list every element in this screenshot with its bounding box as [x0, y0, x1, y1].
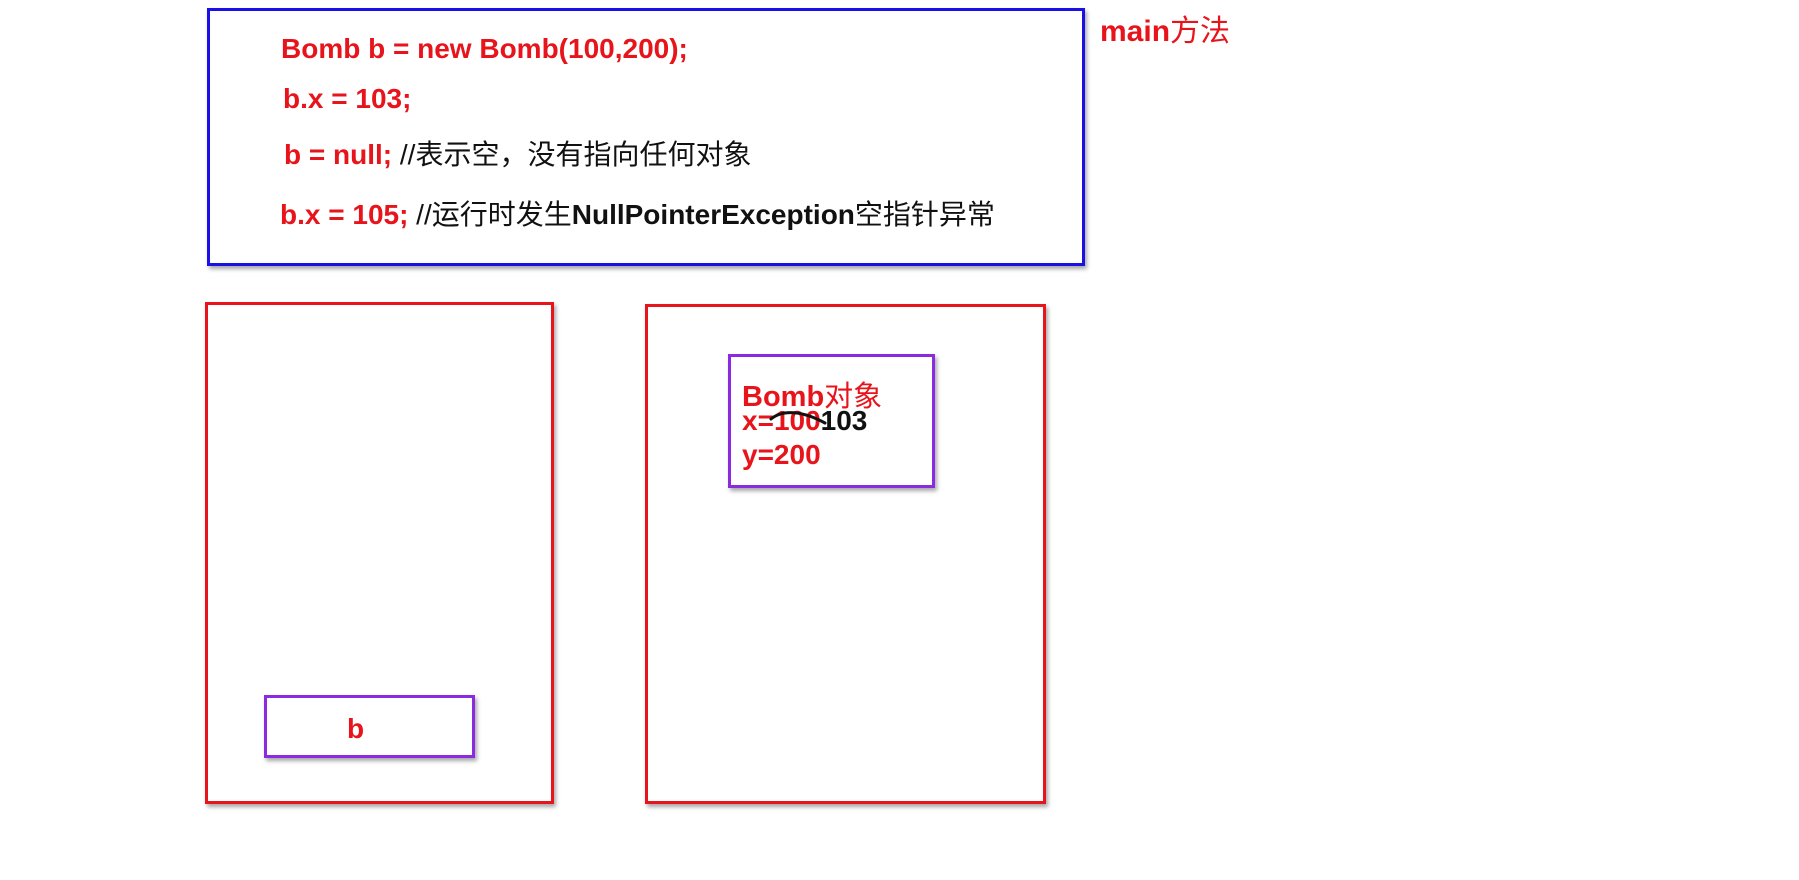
code-text: b.x = 103; [283, 83, 412, 114]
code-line-null-pointer: b.x = 105; //运行时发生NullPointerException空指… [280, 193, 995, 233]
main-method-label: main方法 [1100, 6, 1230, 50]
code-line-assign-null: b = null; //表示空，没有指向任何对象 [284, 133, 751, 173]
strike-through-mark [769, 411, 827, 425]
variable-b-box: b [264, 695, 475, 758]
bomb-object-box: Bomb对象 x=100103 y=200 [728, 354, 935, 488]
variable-b-label: b [347, 713, 365, 744]
code-text: b = null; [284, 139, 393, 170]
code-text: b.x = 105; [280, 199, 409, 230]
exception-name: NullPointerException [571, 199, 855, 230]
field-y: y=200 [742, 439, 821, 470]
code-comment: //表示空，没有指向任何对象 [392, 139, 752, 170]
code-text: Bomb b = new Bomb(100,200); [281, 33, 688, 64]
main-word: main [1100, 15, 1171, 48]
method-suffix: 方法 [1170, 15, 1231, 48]
code-line-new-bomb: Bomb b = new Bomb(100,200); [281, 33, 688, 65]
main-method-code-box: Bomb b = new Bomb(100,200); b.x = 103; b… [207, 8, 1085, 266]
code-comment-prefix: //运行时发生 [408, 199, 572, 230]
diagram-canvas: Bomb b = new Bomb(100,200); b.x = 103; b… [0, 0, 1799, 880]
stack-frame: b [205, 302, 554, 804]
heap-area: Bomb对象 x=100103 y=200 [645, 304, 1046, 804]
code-line-assign-x: b.x = 103; [283, 83, 411, 115]
code-comment-suffix: 空指针异常 [854, 199, 995, 230]
